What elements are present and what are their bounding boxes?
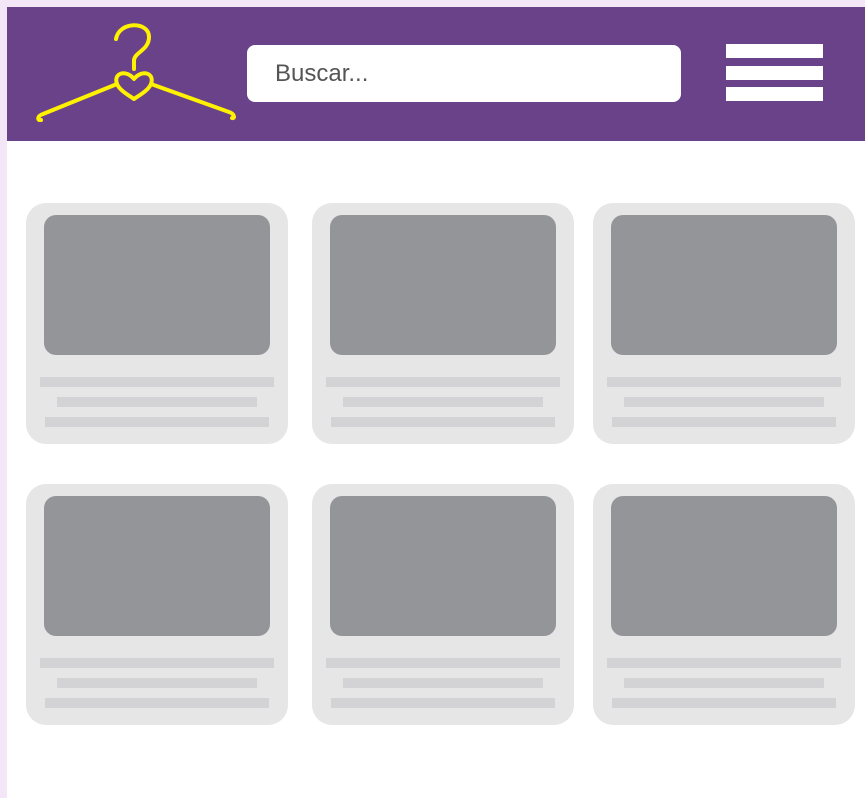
text-placeholder-line — [343, 678, 543, 688]
text-placeholder-line — [45, 698, 269, 708]
hamburger-menu-icon[interactable] — [726, 44, 823, 101]
text-placeholder-line — [326, 658, 560, 668]
text-placeholder-line — [624, 397, 824, 407]
text-placeholder-line — [57, 678, 257, 688]
text-placeholder-line — [612, 417, 836, 427]
text-placeholder-line — [326, 377, 560, 387]
product-image-placeholder — [44, 496, 270, 636]
text-placeholder-line — [331, 698, 555, 708]
page — [7, 7, 865, 798]
text-placeholder-line — [607, 658, 841, 668]
search-bar[interactable] — [247, 45, 681, 102]
menu-bar — [726, 87, 823, 101]
product-card[interactable] — [26, 484, 288, 725]
product-image-placeholder — [330, 496, 556, 636]
text-placeholder-line — [607, 377, 841, 387]
product-card[interactable] — [312, 203, 574, 444]
menu-bar — [726, 44, 823, 58]
text-placeholder-line — [40, 658, 274, 668]
product-image-placeholder — [611, 215, 837, 355]
product-card[interactable] — [312, 484, 574, 725]
text-placeholder-line — [331, 417, 555, 427]
text-placeholder-line — [57, 397, 257, 407]
hanger-heart-icon[interactable] — [27, 17, 237, 122]
product-card[interactable] — [593, 203, 855, 444]
product-image-placeholder — [330, 215, 556, 355]
text-placeholder-line — [343, 397, 543, 407]
product-card[interactable] — [26, 203, 288, 444]
product-image-placeholder — [44, 215, 270, 355]
menu-bar — [726, 66, 823, 80]
search-input[interactable] — [275, 59, 681, 88]
text-placeholder-line — [624, 678, 824, 688]
product-card[interactable] — [593, 484, 855, 725]
text-placeholder-line — [45, 417, 269, 427]
header — [7, 7, 865, 141]
text-placeholder-line — [612, 698, 836, 708]
product-image-placeholder — [611, 496, 837, 636]
text-placeholder-line — [40, 377, 274, 387]
